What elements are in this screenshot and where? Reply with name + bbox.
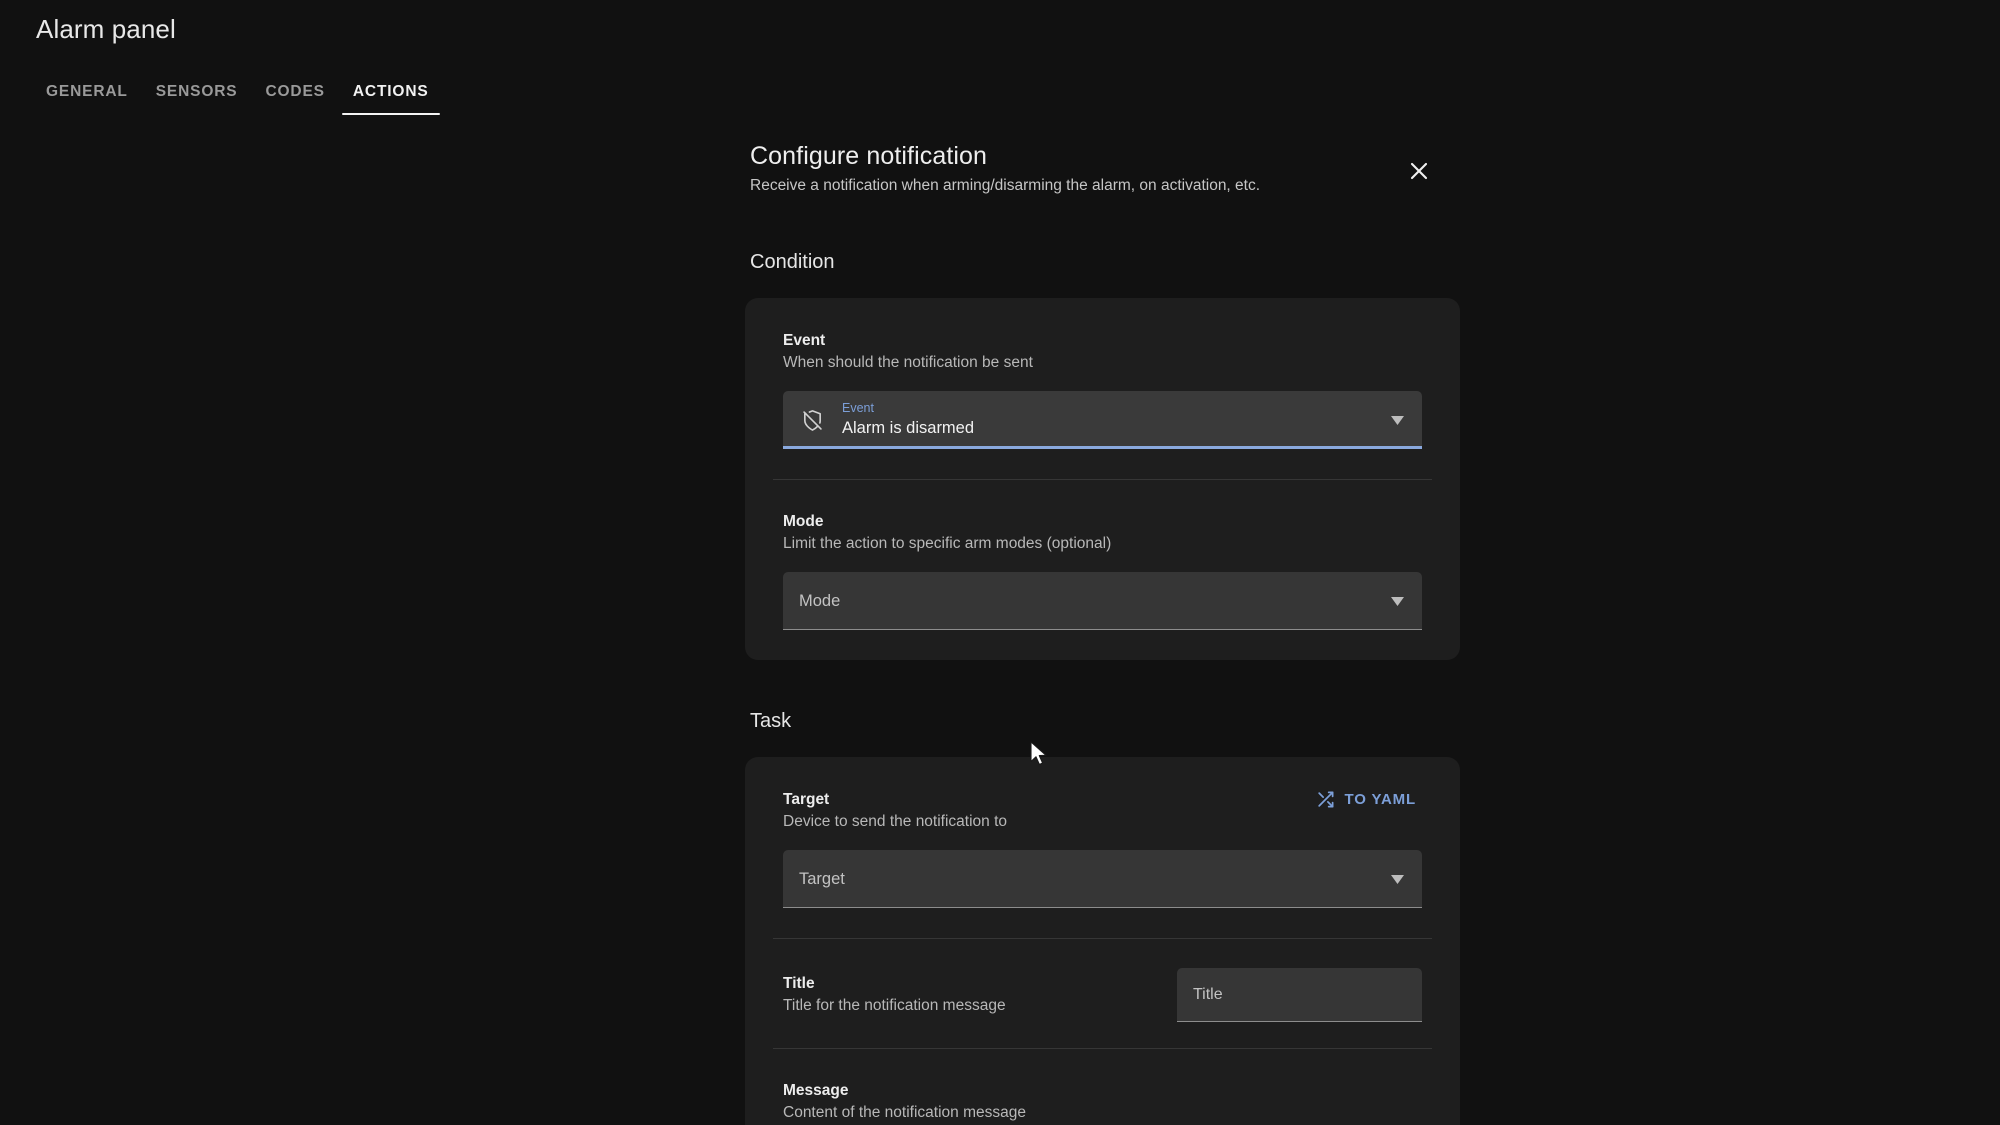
- mode-label: Mode: [783, 513, 824, 530]
- target-label: Target: [783, 791, 830, 808]
- condition-card: Event When should the notification be se…: [745, 298, 1460, 660]
- tab-codes[interactable]: CODES: [251, 83, 338, 115]
- event-description: When should the notification be sent: [783, 354, 1033, 371]
- message-row: Message Content of the notification mess…: [773, 1048, 1432, 1125]
- mode-description: Limit the action to specific arm modes (…: [783, 535, 1112, 552]
- target-texts: Target Device to send the notification t…: [783, 790, 1007, 832]
- condition-section-title: Condition: [750, 251, 835, 273]
- target-select-body: Target: [799, 868, 1374, 890]
- condition-section: Condition Event When should the notifica…: [745, 249, 1460, 660]
- chevron-down-icon: [1386, 868, 1408, 890]
- task-section-title: Task: [750, 710, 792, 732]
- title-field-wrap: Title: [1177, 968, 1422, 1022]
- title-description: Title for the notification message: [783, 997, 1006, 1014]
- close-icon[interactable]: [1396, 148, 1442, 194]
- configure-notification-panel: Configure notification Receive a notific…: [745, 0, 1460, 1125]
- event-select-body: Event Alarm is disarmed: [842, 401, 1374, 439]
- target-placeholder: Target: [799, 870, 845, 888]
- to-yaml-label: TO YAML: [1344, 790, 1416, 808]
- message-label: Message: [783, 1082, 849, 1099]
- event-value: Alarm is disarmed: [842, 419, 975, 437]
- event-label: Event: [783, 332, 826, 349]
- title-texts: Title Title for the notification message: [783, 968, 1006, 1016]
- mode-row: Mode Limit the action to specific arm mo…: [773, 479, 1432, 660]
- title-label: Title: [783, 975, 815, 992]
- tabbar: GENERAL SENSORS CODES ACTIONS: [32, 73, 443, 115]
- event-float-label: Event: [842, 401, 874, 415]
- task-card: Target Device to send the notification t…: [745, 757, 1460, 1125]
- title-row: Title Title for the notification message…: [773, 938, 1432, 1048]
- message-description: Content of the notification message: [783, 1104, 1026, 1121]
- task-section: Task Target Device to send the notificat…: [745, 708, 1460, 1125]
- target-row-header: Target Device to send the notification t…: [783, 790, 1422, 832]
- mode-select[interactable]: Mode: [783, 572, 1422, 630]
- mode-select-body: Mode: [799, 590, 1374, 612]
- app-screen: Alarm panel GENERAL SENSORS CODES ACTION…: [0, 0, 2000, 1125]
- title-input[interactable]: Title: [1177, 968, 1422, 1022]
- tab-sensors[interactable]: SENSORS: [142, 83, 252, 115]
- to-yaml-button[interactable]: TO YAML: [1310, 788, 1422, 811]
- mode-placeholder: Mode: [799, 592, 841, 610]
- dialog-subtitle: Receive a notification when arming/disar…: [750, 177, 1261, 194]
- chevron-down-icon: [1386, 409, 1408, 431]
- title-input-body: Title: [1193, 984, 1408, 1006]
- tab-actions[interactable]: ACTIONS: [339, 83, 443, 115]
- event-row: Event When should the notification be se…: [783, 298, 1422, 479]
- dialog-header: Configure notification Receive a notific…: [745, 0, 1460, 196]
- shield-off-icon: [799, 407, 825, 433]
- tab-general[interactable]: GENERAL: [32, 83, 142, 115]
- title-placeholder: Title: [1193, 986, 1223, 1003]
- target-select[interactable]: Target: [783, 850, 1422, 908]
- chevron-down-icon: [1386, 590, 1408, 612]
- target-description: Device to send the notification to: [783, 813, 1008, 830]
- target-row: Target Device to send the notification t…: [783, 757, 1422, 938]
- shuffle-icon: [1316, 790, 1335, 809]
- dialog-title: Configure notification: [750, 142, 988, 170]
- event-select[interactable]: Event Alarm is disarmed: [783, 391, 1422, 449]
- page-title: Alarm panel: [36, 14, 176, 44]
